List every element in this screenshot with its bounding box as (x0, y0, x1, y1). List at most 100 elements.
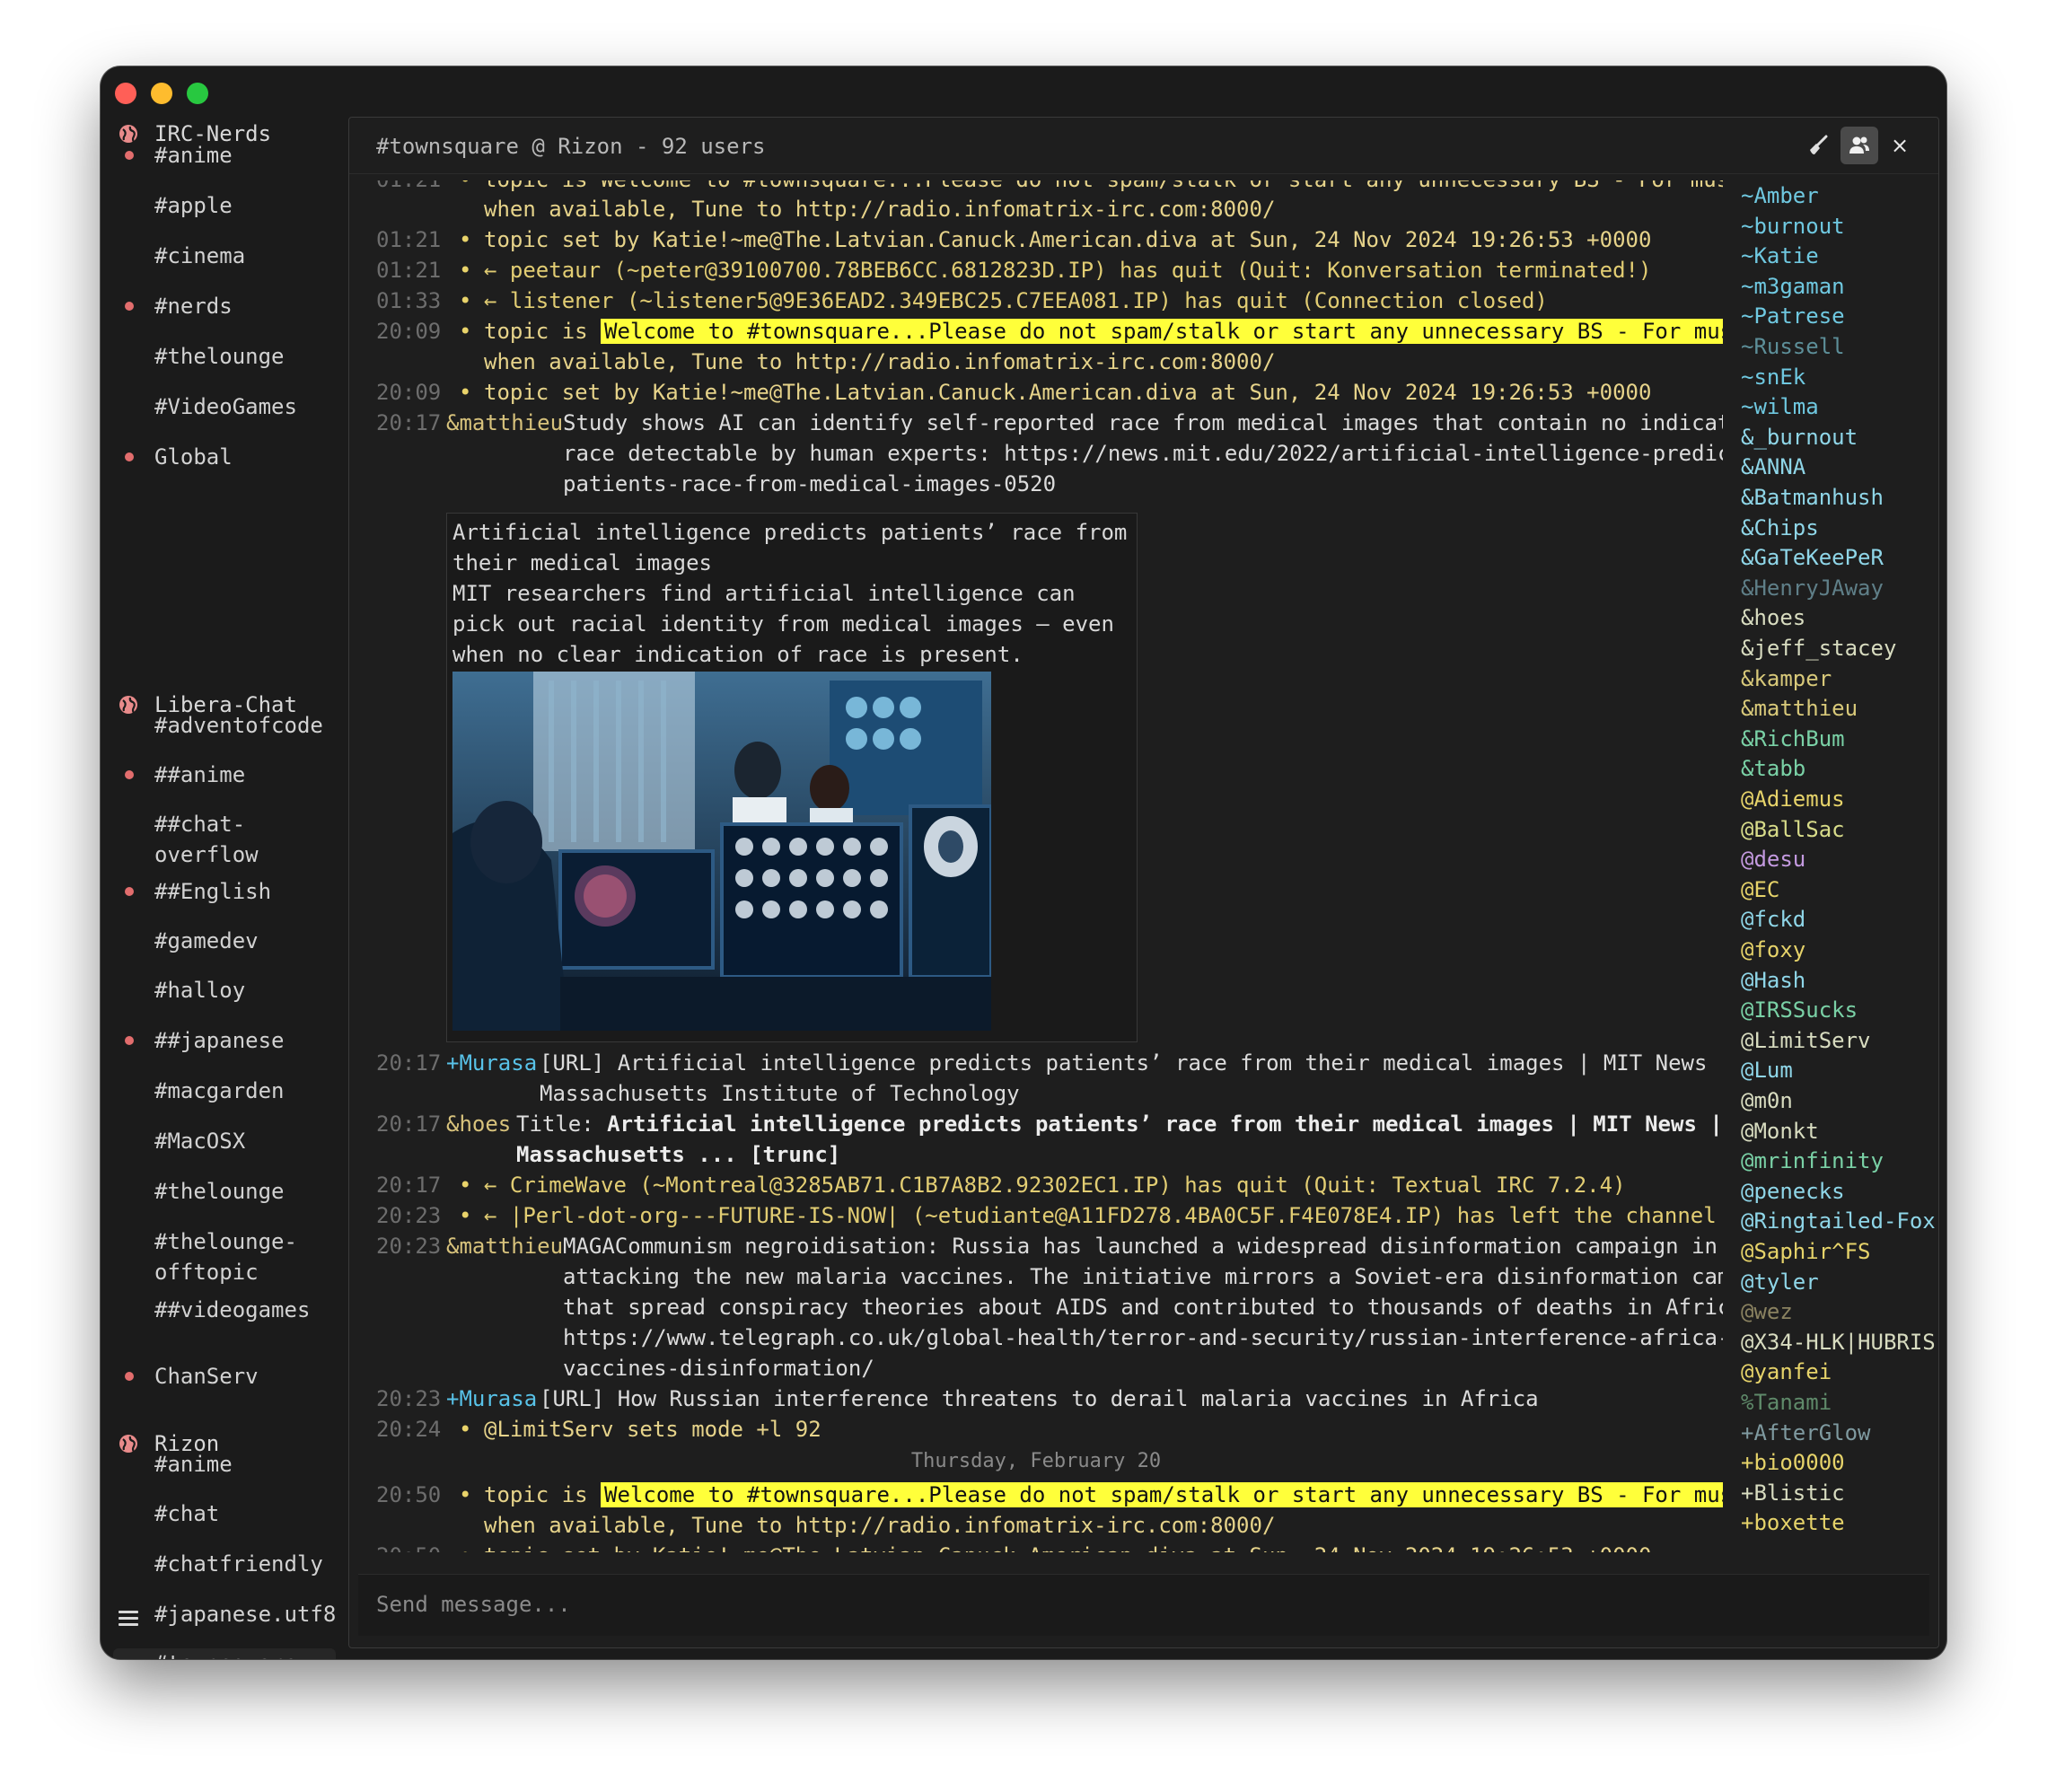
nick-list-item[interactable]: &kamper (1741, 663, 1832, 694)
nick-list-item[interactable]: @foxy (1741, 935, 1805, 965)
toggle-nicklist-button[interactable] (1841, 127, 1878, 164)
sidebar-channel[interactable]: ##chat-overflow (154, 809, 343, 870)
nick-list-item[interactable]: @Saphir^FS (1741, 1236, 1871, 1267)
sidebar-channel[interactable]: #apple (154, 190, 343, 221)
nick-list-item[interactable]: @desu (1741, 844, 1805, 874)
nick-list-item[interactable]: @BallSac (1741, 814, 1845, 845)
channel-label: Global (154, 444, 233, 470)
nick-list-item[interactable]: &HenryJAway (1741, 573, 1884, 603)
nick-list-item[interactable]: @tyler (1741, 1267, 1819, 1297)
nick-list-item[interactable]: @Lum (1741, 1055, 1793, 1085)
nick-list-item[interactable]: %Tanami (1741, 1387, 1832, 1418)
nick-list-item[interactable]: +boxette (1741, 1507, 1845, 1538)
channel-label: #anime (154, 143, 233, 168)
nick-list-item[interactable]: @Hash (1741, 965, 1805, 996)
sidebar-channel[interactable]: #townsquare (113, 1648, 336, 1659)
nick[interactable]: +Murasa (446, 1048, 537, 1078)
nick-list-item[interactable]: &RichBum (1741, 724, 1845, 754)
nick-list-item[interactable]: @mrinfinity (1741, 1146, 1884, 1176)
message-link[interactable]: https://www.telegraph.co.uk/global-healt… (563, 1322, 1723, 1353)
nick-list-item[interactable]: &matthieu (1741, 693, 1858, 724)
nick-list-item[interactable]: @X34-HLK|HUBRIS (1741, 1327, 1935, 1357)
nick-list[interactable]: ~Amber ~burnout ~Katie ~m3gaman ~Patrese ~Rus… (1732, 180, 1935, 1563)
message-log[interactable]: 01:21 • topic is Welcome to #townsquare.… (349, 180, 1723, 1552)
nick-list-item[interactable]: ~Russell (1741, 331, 1845, 362)
sidebar-channel[interactable]: ##videogames (154, 1295, 343, 1325)
nick-list-item[interactable]: @Monkt (1741, 1116, 1819, 1146)
nick-list-item[interactable]: +bio0000 (1741, 1447, 1845, 1478)
nick[interactable]: &hoes (446, 1109, 511, 1139)
nick-list-item[interactable]: @wez (1741, 1296, 1793, 1327)
sidebar-channel[interactable]: #gamedev (154, 926, 343, 956)
event-bullet: • (459, 288, 472, 313)
hamburger-menu-icon[interactable] (119, 1611, 138, 1627)
nick-list-item[interactable]: &_burnout (1741, 422, 1858, 452)
nick-list-item[interactable]: ~wilma (1741, 391, 1819, 422)
event-bullet: • (459, 1541, 471, 1552)
message-link[interactable]: patients-race-from-medical-images-0520 (563, 469, 1056, 499)
nick-list-item[interactable]: +AfterGlow (1741, 1418, 1871, 1448)
nick-list-item[interactable]: &jeff_stacey (1741, 633, 1896, 663)
sidebar-channel[interactable]: #VideoGames (154, 391, 343, 422)
nick-list-item[interactable]: ~m3gaman (1741, 271, 1845, 302)
clear-buffer-button[interactable] (1799, 127, 1837, 164)
nick-list-item[interactable]: &GaTeKeePeR (1741, 542, 1884, 573)
sidebar-channel[interactable]: #MacOSX (154, 1126, 343, 1156)
message-link[interactable]: vaccines-disinformation/ (563, 1353, 874, 1384)
minimize-window-button[interactable] (151, 83, 172, 104)
timestamp: 20:17 (376, 1111, 442, 1137)
sidebar-channel[interactable]: #thelounge (154, 341, 343, 372)
sidebar-channel[interactable]: #japanese.utf8 (154, 1599, 343, 1629)
nick-list-item[interactable]: @EC (1741, 874, 1779, 905)
nick-list-item[interactable]: @fckd (1741, 904, 1805, 935)
unread-indicator (125, 887, 134, 896)
nick[interactable]: &matthieu (446, 408, 563, 438)
sidebar-channel[interactable]: #anime (154, 140, 343, 171)
nick-list-item[interactable]: ~Amber (1741, 180, 1819, 211)
sidebar-channel[interactable]: #cinema (154, 241, 343, 271)
nick-list-item[interactable]: &ANNA (1741, 452, 1805, 482)
close-channel-button[interactable]: × (1881, 127, 1919, 164)
message-input[interactable] (374, 1586, 1904, 1623)
nick-list-item[interactable]: ~snEk (1741, 362, 1805, 392)
sidebar-channel[interactable]: #anime (154, 1449, 343, 1480)
sidebar-channel[interactable]: #nerds (154, 291, 343, 321)
timestamp: 20:17 (376, 1050, 442, 1076)
nick-list-item[interactable]: &Chips (1741, 513, 1819, 543)
nick-list-item[interactable]: @yanfei (1741, 1357, 1832, 1387)
nick-list-item[interactable]: ~burnout (1741, 211, 1845, 242)
nick-list-item[interactable]: @IRSSucks (1741, 995, 1858, 1025)
nick-list-item[interactable]: @LimitServ (1741, 1025, 1871, 1056)
sidebar-channel[interactable]: #chatfriendly (154, 1549, 343, 1579)
sidebar-channel[interactable]: #thelounge (154, 1176, 343, 1207)
nick-list-item[interactable]: @m0n (1741, 1085, 1793, 1116)
timestamp: 20:50 (376, 1482, 442, 1507)
nick-list-item[interactable]: &hoes (1741, 602, 1805, 633)
sidebar-channel[interactable]: Global (154, 442, 343, 472)
channel-label: overflow (154, 842, 259, 867)
nick-list-item[interactable]: ~Katie (1741, 241, 1819, 271)
nick[interactable]: &matthieu (446, 1231, 563, 1261)
sidebar-channel[interactable]: ##English (154, 876, 343, 907)
sidebar-channel[interactable]: #halloy (154, 975, 343, 1006)
sidebar-channel[interactable]: ##japanese (154, 1025, 343, 1056)
zoom-window-button[interactable] (187, 83, 208, 104)
link-preview[interactable]: Artificial intelligence predicts patient… (446, 513, 1138, 1042)
sidebar-channel[interactable]: #adventofcode (154, 710, 343, 741)
sidebar-channel[interactable]: #macgarden (154, 1076, 343, 1106)
sidebar-channel[interactable]: ChanServ (154, 1361, 343, 1392)
close-window-button[interactable] (115, 83, 136, 104)
nick[interactable]: +Murasa (446, 1384, 537, 1414)
nick-list-item[interactable]: &Batmanhush (1741, 482, 1884, 513)
nick-list-item[interactable]: @Ringtailed-Fox (1741, 1206, 1935, 1236)
nick-list-item[interactable]: ~Patrese (1741, 301, 1845, 331)
nick-list-item[interactable]: @penecks (1741, 1176, 1845, 1207)
preview-image[interactable] (452, 672, 991, 1031)
sidebar-channel[interactable]: #chat (154, 1498, 343, 1529)
message-link[interactable]: race detectable by human experts: https:… (563, 438, 1723, 469)
nick-list-item[interactable]: +Blistic (1741, 1478, 1845, 1508)
sidebar-channel[interactable]: ##anime (154, 760, 343, 790)
nick-list-item[interactable]: &tabb (1741, 753, 1805, 784)
sidebar-channel[interactable]: #thelounge-offtopic (154, 1226, 343, 1287)
nick-list-item[interactable]: @Adiemus (1741, 784, 1845, 814)
